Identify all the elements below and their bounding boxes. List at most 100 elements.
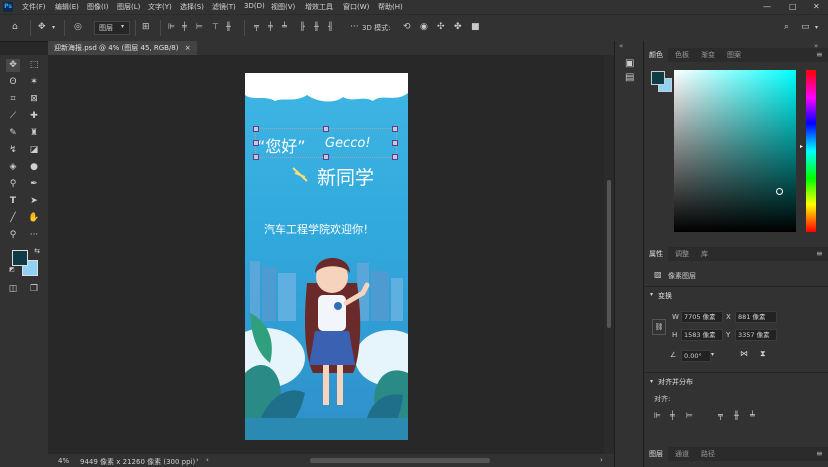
transform-handle[interactable]	[392, 154, 398, 160]
menu-type[interactable]: 文字(Y)	[148, 2, 172, 12]
distribute-left-icon[interactable]: ╟	[300, 22, 305, 31]
document-tab[interactable]: 迎新海报.psd @ 4% (图层 45, RGB/8) ×	[48, 41, 197, 55]
comments-panel-icon[interactable]: ▤	[625, 72, 634, 83]
panel-menu-icon[interactable]: ≡	[816, 249, 823, 258]
tab-libraries[interactable]: 库	[696, 247, 713, 261]
type-tool-icon[interactable]: T	[6, 195, 20, 208]
blur-tool-icon[interactable]: ●	[27, 161, 41, 174]
search-icon[interactable]: ⌕	[784, 22, 789, 32]
distribute-right-icon[interactable]: ╢	[328, 22, 333, 31]
marquee-tool-icon[interactable]: ⬚	[27, 59, 41, 72]
align-right-edges-icon[interactable]: ⊨	[686, 411, 693, 420]
angle-field[interactable]: 0.00°	[681, 350, 711, 362]
distribute-middle-icon[interactable]: ╪	[268, 22, 273, 31]
foreground-color-swatch[interactable]	[12, 250, 28, 266]
menu-layer[interactable]: 图层(L)	[117, 2, 140, 12]
pen-tool-icon[interactable]: ✒	[27, 178, 41, 191]
drag-3d-icon[interactable]: ✣	[437, 22, 445, 32]
align-left-icon[interactable]: ⊫	[168, 22, 175, 31]
menu-filter[interactable]: 滤镜(T)	[212, 2, 236, 12]
minimize-button[interactable]: —	[763, 2, 771, 11]
align-vertical-centers-icon[interactable]: ╫	[734, 411, 739, 420]
healing-brush-icon[interactable]: ✚	[27, 110, 41, 123]
chevron-down-icon[interactable]: ▾	[650, 378, 653, 385]
flip-horizontal-icon[interactable]: ⋈	[740, 349, 748, 358]
zoom-level[interactable]: 4%	[58, 457, 69, 465]
chevron-right-icon[interactable]: ›	[600, 456, 603, 464]
more-tools-icon[interactable]: ···	[27, 229, 41, 242]
transform-handle[interactable]	[253, 154, 259, 160]
tab-patterns[interactable]: 图案	[722, 48, 746, 62]
workspace-icon[interactable]: ▭	[801, 22, 810, 32]
tab-properties[interactable]: 属性	[644, 247, 668, 261]
menu-image[interactable]: 图像(I)	[87, 2, 109, 12]
tab-paths[interactable]: 路径	[696, 447, 720, 461]
align-horizontal-centers-icon[interactable]: ╪	[670, 411, 675, 420]
scale-3d-icon[interactable]: ■	[471, 22, 480, 32]
zoom-tool-icon[interactable]: ⚲	[6, 229, 20, 242]
eraser-icon[interactable]: ◪	[27, 144, 41, 157]
frame-tool-icon[interactable]: ⊠	[27, 93, 41, 106]
y-position-field[interactable]: 3357 像素	[735, 329, 777, 341]
poster-artboard[interactable]: “您好” Gecco! 新同学 汽车工程学院欢迎你！	[245, 73, 408, 440]
line-tool-icon[interactable]: ╱	[6, 212, 20, 225]
align-bottom-edges-icon[interactable]: ╧	[750, 411, 755, 420]
auto-select-icon[interactable]: ◎	[74, 22, 82, 32]
history-panel-icon[interactable]: ▣	[625, 58, 634, 69]
transform-handle[interactable]	[392, 126, 398, 132]
chevron-down-icon[interactable]: ▾	[650, 291, 653, 298]
maximize-button[interactable]: □	[789, 2, 797, 11]
canvas-area[interactable]: “您好” Gecco! 新同学 汽车工程学院欢迎你！	[48, 55, 604, 454]
collapse-arrows-icon[interactable]: «	[619, 42, 623, 50]
lasso-tool-icon[interactable]: ʘ	[6, 76, 20, 89]
distribute-bottom-icon[interactable]: ╧	[282, 22, 287, 31]
transform-controls-icon[interactable]: ⊞	[142, 22, 150, 32]
move-tool-icon[interactable]: ✥	[6, 59, 20, 72]
dodge-tool-icon[interactable]: ⚲	[6, 178, 20, 191]
menu-edit[interactable]: 编辑(E)	[55, 2, 79, 12]
menu-plugins[interactable]: 增效工具	[305, 2, 333, 12]
color-panel-foreground-swatch[interactable]	[651, 71, 665, 85]
hue-slider-arrow-icon[interactable]: ▸	[800, 143, 803, 150]
screen-mode-icon[interactable]: ❐	[27, 283, 41, 296]
menu-file[interactable]: 文件(F)	[22, 2, 46, 12]
tab-layers[interactable]: 图层	[644, 447, 668, 461]
history-brush-icon[interactable]: ↯	[6, 144, 20, 157]
x-position-field[interactable]: 881 像素	[735, 311, 777, 323]
vertical-scrollbar[interactable]	[604, 55, 614, 454]
panel-menu-icon[interactable]: ≡	[816, 50, 823, 59]
align-right-icon[interactable]: ⊨	[196, 22, 203, 31]
quick-mask-icon[interactable]: ◫	[6, 283, 20, 296]
flip-vertical-icon[interactable]: ⧗	[760, 349, 766, 359]
align-center-icon[interactable]: ╪	[182, 22, 187, 31]
magic-wand-icon[interactable]: ✶	[27, 76, 41, 89]
tab-gradients[interactable]: 渐变	[696, 48, 720, 62]
horizontal-scroll-thumb[interactable]	[310, 458, 490, 463]
layer-select-dropdown[interactable]: 图层 ▾	[94, 21, 130, 35]
crop-tool-icon[interactable]: ⌗	[6, 93, 20, 106]
menu-select[interactable]: 选择(S)	[180, 2, 204, 12]
chevron-down-icon[interactable]: ▾	[711, 351, 714, 358]
color-picker-cursor[interactable]	[776, 188, 783, 195]
distribute-center-icon[interactable]: ╫	[314, 22, 319, 31]
align-top-edges-icon[interactable]: ╤	[718, 411, 723, 420]
vertical-scroll-thumb[interactable]	[607, 180, 611, 328]
transform-handle[interactable]	[253, 140, 259, 146]
clone-stamp-icon[interactable]: ♜	[27, 127, 41, 140]
paint-bucket-icon[interactable]: ◈	[6, 161, 20, 174]
close-tab-icon[interactable]: ×	[185, 44, 191, 52]
close-window-button[interactable]: ✕	[813, 2, 820, 11]
slide-3d-icon[interactable]: ✤	[454, 22, 462, 32]
height-field[interactable]: 1583 像素	[681, 329, 723, 341]
roll-3d-icon[interactable]: ◉	[420, 22, 428, 32]
link-dimensions-icon[interactable]: ⛓	[652, 319, 666, 335]
tab-channels[interactable]: 通道	[670, 447, 694, 461]
chevron-down-icon[interactable]: ▾	[815, 24, 818, 31]
transform-handle[interactable]	[323, 154, 329, 160]
align-middle-icon[interactable]: ╫	[226, 22, 231, 31]
tab-color[interactable]: 颜色	[644, 48, 668, 62]
path-selection-icon[interactable]: ➤	[27, 195, 41, 208]
transform-handle[interactable]	[253, 126, 259, 132]
menu-help[interactable]: 帮助(H)	[378, 2, 403, 12]
move-tool-preset-icon[interactable]: ✥	[38, 22, 46, 32]
